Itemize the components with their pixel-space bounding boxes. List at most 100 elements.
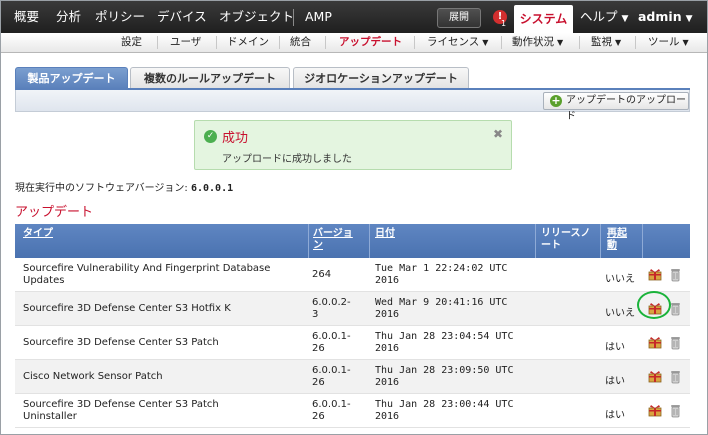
row-date: Tue Mar 1 22:24:02 UTC 2016 <box>375 263 535 287</box>
install-icon[interactable] <box>648 370 662 383</box>
header-version[interactable]: バージョ ン <box>313 228 353 252</box>
subnav-settings[interactable]: 設定 <box>121 33 142 52</box>
table-row: Sourcefire 3D Defense Center S3 Patch 6.0… <box>15 326 690 360</box>
row-date-line1: Thu Jan 28 23:04:54 UTC <box>375 331 514 342</box>
add-icon: + <box>550 94 562 107</box>
row-date-line2: 2016 <box>375 411 400 422</box>
current-version-value: 6.0.0.1 <box>190 183 234 194</box>
row-type: Sourcefire Vulnerability And Fingerprint… <box>23 263 313 287</box>
header-version-line2: ン <box>313 240 323 251</box>
close-icon[interactable]: ✖ <box>493 127 503 141</box>
upload-update-button[interactable]: + アップデートのアップロード <box>543 92 689 122</box>
nav-objects[interactable]: オブジェクト <box>219 1 294 33</box>
subnav-separator <box>279 36 280 49</box>
subnav-separator <box>579 36 580 49</box>
row-type-line1: Sourcefire 3D Defense Center S3 Hotfix K <box>23 303 231 314</box>
row-date-line1: Thu Jan 28 23:09:50 UTC <box>375 365 514 376</box>
header-date[interactable]: 日付 <box>375 228 395 240</box>
nav-amp[interactable]: AMP <box>305 1 332 33</box>
header-separator <box>642 224 643 258</box>
highlight-circle <box>637 291 671 319</box>
chevron-down-icon: ▼ <box>621 14 629 24</box>
row-version: 6.0.0.1- 26 <box>312 331 362 355</box>
nav-help[interactable]: ヘルプ ▼ <box>580 1 628 33</box>
chevron-down-icon: ▼ <box>615 38 622 47</box>
header-type[interactable]: タイプ <box>23 228 53 240</box>
nav-user[interactable]: admin ▼ <box>638 1 693 33</box>
header-separator <box>308 224 309 258</box>
top-navigation: 概要 分析 ポリシー デバイス オブジェクト AMP 展開 ! 1 システム ヘ… <box>1 1 707 34</box>
nav-overview[interactable]: 概要 <box>14 1 39 33</box>
tab-geolocation-updates[interactable]: ジオロケーションアップデート <box>293 67 469 89</box>
row-type-line1: Cisco Network Sensor Patch <box>23 371 163 382</box>
row-version-line1: 6.0.0.1- <box>312 399 351 410</box>
install-icon[interactable] <box>648 404 662 417</box>
subnav-health[interactable]: 動作状況 ▼ <box>512 33 563 52</box>
row-date: Thu Jan 28 23:04:54 UTC 2016 <box>375 331 535 355</box>
row-version: 264 <box>312 269 362 281</box>
subnav-health-label: 動作状況 <box>512 36 554 48</box>
nav-devices[interactable]: デバイス <box>157 1 207 33</box>
header-separator <box>369 224 370 258</box>
row-version-line1: 264 <box>312 269 332 280</box>
alert-count: 1 <box>501 19 507 28</box>
trash-icon[interactable] <box>670 369 681 384</box>
subnav-separator <box>157 36 158 49</box>
subnav-updates[interactable]: アップデート <box>339 33 402 52</box>
nav-policies[interactable]: ポリシー <box>95 1 145 33</box>
nav-help-label: ヘルプ <box>580 9 618 24</box>
tab-product-updates[interactable]: 製品アップデート <box>15 67 128 89</box>
install-icon[interactable] <box>648 336 662 349</box>
header-separator <box>600 224 601 258</box>
subnav-separator <box>216 36 217 49</box>
row-version-line2: 26 <box>312 411 325 422</box>
subnav-licenses-label: ライセンス <box>427 36 480 48</box>
row-version: 6.0.0.1- 26 <box>312 399 362 423</box>
row-date-line1: Tue Mar 1 22:24:02 UTC <box>375 263 508 274</box>
trash-icon[interactable] <box>670 267 681 282</box>
current-version: 現在実行中のソフトウェアバージョン: 6.0.0.1 <box>15 179 233 194</box>
subnav-monitoring[interactable]: 監視 ▼ <box>591 33 621 52</box>
row-type-line2: Uninstaller <box>23 411 77 422</box>
row-reboot: いいえ <box>605 274 635 285</box>
row-date-line2: 2016 <box>375 343 400 354</box>
row-type: Sourcefire 3D Defense Center S3 Patch Uni… <box>23 399 313 423</box>
row-version-line1: 6.0.0.2- <box>312 297 351 308</box>
subnav-monitoring-label: 監視 <box>591 36 612 48</box>
subnav-separator <box>325 36 326 49</box>
row-type: Cisco Network Sensor Patch <box>23 371 313 383</box>
trash-icon[interactable] <box>670 335 681 350</box>
row-reboot: はい <box>605 410 625 421</box>
row-date: Thu Jan 28 23:00:44 UTC 2016 <box>375 399 535 423</box>
trash-icon[interactable] <box>670 403 681 418</box>
row-date: Wed Mar 9 20:41:16 UTC 2016 <box>375 297 535 321</box>
section-title: アップデート <box>15 205 94 220</box>
header-reboot-line2: 動 <box>607 240 617 251</box>
trash-icon[interactable] <box>670 301 681 316</box>
row-version-line2: 3 <box>312 309 319 320</box>
subnav-domains[interactable]: ドメイン <box>227 33 269 52</box>
nav-system[interactable]: システム <box>514 5 573 34</box>
table-header: タイプ バージョ ン 日付 リリースノ ート 再起 動 <box>15 224 690 258</box>
row-version-line1: 6.0.0.1- <box>312 331 351 342</box>
subnav-integration[interactable]: 統合 <box>290 33 311 52</box>
table-row: Sourcefire 3D Defense Center S3 Patch Uni… <box>15 394 690 428</box>
subnav-tools[interactable]: ツール ▼ <box>648 33 689 52</box>
sub-navigation: 設定 ユーザ ドメイン 統合 アップデート ライセンス ▼ 動作状況 ▼ 監視 ▼ ツ… <box>1 33 707 53</box>
subnav-licenses[interactable]: ライセンス ▼ <box>427 33 488 52</box>
expand-button[interactable]: 展開 <box>437 8 481 28</box>
tab-rule-updates[interactable]: 複数のルールアップデート <box>130 67 290 89</box>
subnav-tools-label: ツール <box>648 36 680 48</box>
row-type-line1: Sourcefire 3D Defense Center S3 Patch <box>23 337 219 348</box>
install-icon[interactable] <box>648 268 662 281</box>
nav-analysis[interactable]: 分析 <box>56 1 81 33</box>
header-reboot[interactable]: 再起 動 <box>607 228 627 252</box>
current-version-label: 現在実行中のソフトウェアバージョン: <box>15 183 188 194</box>
subnav-separator <box>414 36 415 49</box>
nav-separator <box>293 9 294 26</box>
chevron-down-icon: ▼ <box>685 14 693 24</box>
subnav-users[interactable]: ユーザ <box>170 33 201 52</box>
row-date-line1: Thu Jan 28 23:00:44 UTC <box>375 399 514 410</box>
success-message: ✓ 成功 アップロードに成功しました ✖ <box>194 120 512 170</box>
header-notes-line2: ート <box>541 240 561 251</box>
